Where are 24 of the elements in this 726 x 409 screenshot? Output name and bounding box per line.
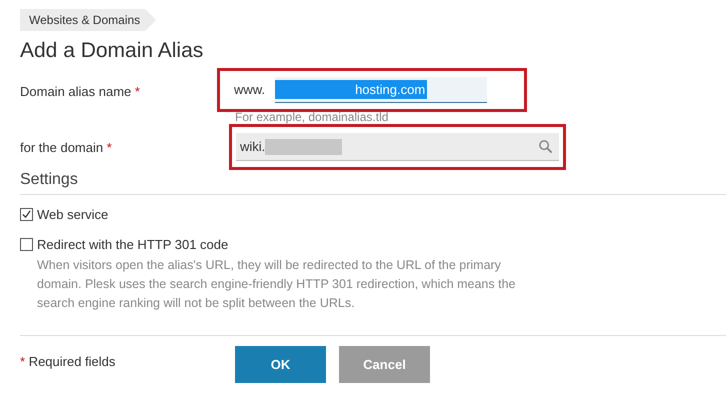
input-value: wiki. bbox=[240, 138, 266, 156]
checkmark-icon bbox=[22, 210, 31, 220]
required-note: Required fields bbox=[28, 354, 116, 369]
checkbox[interactable] bbox=[20, 208, 33, 222]
page-title: Add a Domain Alias bbox=[20, 38, 204, 64]
prefix-label: www. bbox=[234, 81, 266, 100]
option-description: When visitors open the alias's URL, they will be redirected to the URL of the primary domain. Plesk uses the search engine-friendly HTTP 301 redirection, which means the search engine ranking will not be split between the URLs. bbox=[37, 257, 516, 312]
domain-input[interactable]: hosting.com bbox=[275, 77, 488, 103]
required-mark: * bbox=[20, 354, 26, 369]
domain-search-field[interactable]: wiki. bbox=[236, 133, 559, 161]
ok-button[interactable]: OK bbox=[235, 346, 326, 383]
section-heading: Settings bbox=[20, 170, 79, 190]
checkbox[interactable] bbox=[20, 238, 33, 251]
field-label: for the domain bbox=[20, 140, 104, 155]
field-label: Domain alias name bbox=[20, 84, 132, 99]
search-icon[interactable] bbox=[538, 139, 553, 154]
required-mark: * bbox=[134, 84, 140, 99]
breadcrumb[interactable]: Websites & Domains bbox=[20, 9, 156, 31]
input-value: hosting.com bbox=[275, 80, 428, 100]
checkbox-label: Web service bbox=[37, 206, 108, 224]
checkbox-label: Redirect with the HTTP 301 code bbox=[37, 236, 228, 254]
required-mark: * bbox=[106, 140, 112, 155]
hint-text: For example, domainalias.tld bbox=[235, 110, 390, 124]
cancel-button[interactable]: Cancel bbox=[339, 346, 430, 383]
